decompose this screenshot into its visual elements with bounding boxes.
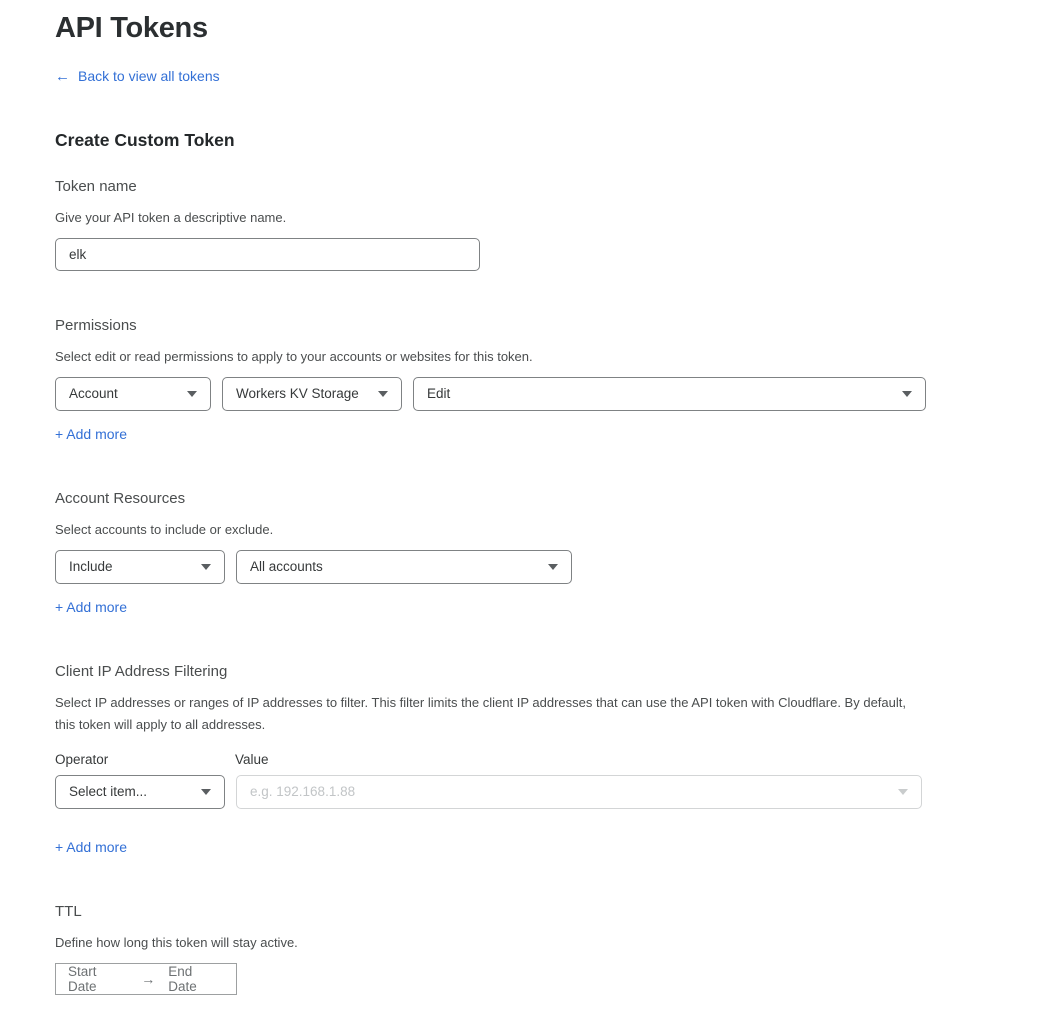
account-resources-label: Account Resources [55,490,1043,507]
end-date-button[interactable]: End Date [168,964,224,994]
page-title: API Tokens [55,12,1043,45]
ip-value-combobox[interactable] [236,775,922,809]
ip-filtering-label: Client IP Address Filtering [55,663,1043,680]
permission-scope-value: Account [69,386,118,401]
account-resources-add-more-link[interactable]: + Add more [55,599,127,615]
operator-label: Operator [55,752,235,767]
token-name-input[interactable] [55,238,480,271]
chevron-down-icon [201,564,211,570]
account-resources-description: Select accounts to include or exclude. [55,519,915,541]
chevron-down-icon [898,789,908,795]
create-custom-token-heading: Create Custom Token [55,130,1043,151]
value-label: Value [235,752,269,767]
start-date-button[interactable]: Start Date [68,964,128,994]
resource-mode-dropdown[interactable]: Include [55,550,225,584]
account-resources-row: Include All accounts [55,550,1043,584]
permission-resource-dropdown[interactable]: Workers KV Storage [222,377,402,411]
permissions-description: Select edit or read permissions to apply… [55,346,915,368]
permission-access-value: Edit [427,386,450,401]
ip-filtering-field-labels: Operator Value [55,752,1043,767]
ip-filtering-row: Select item... [55,775,1043,809]
resource-selection-value: All accounts [250,559,323,574]
chevron-down-icon [548,564,558,570]
ttl-description: Define how long this token will stay act… [55,932,915,954]
back-arrow-icon: ← [55,69,70,84]
permissions-label: Permissions [55,317,1043,334]
arrow-right-icon: → [141,971,155,987]
operator-value: Select item... [69,784,147,799]
api-tokens-page: API Tokens ← Back to view all tokens Cre… [0,0,1043,1035]
permission-scope-dropdown[interactable]: Account [55,377,211,411]
chevron-down-icon [201,789,211,795]
back-link[interactable]: ← Back to view all tokens [55,68,220,84]
token-name-description: Give your API token a descriptive name. [55,207,915,229]
operator-dropdown[interactable]: Select item... [55,775,225,809]
chevron-down-icon [902,391,912,397]
resource-selection-dropdown[interactable]: All accounts [236,550,572,584]
chevron-down-icon [378,391,388,397]
chevron-down-icon [187,391,197,397]
resource-mode-value: Include [69,559,113,574]
ip-value-input[interactable] [250,776,888,808]
date-range-picker[interactable]: Start Date → End Date [55,963,237,995]
token-name-label: Token name [55,178,1043,195]
permission-access-dropdown[interactable]: Edit [413,377,926,411]
back-link-label: Back to view all tokens [78,68,220,84]
ip-filtering-add-more-link[interactable]: + Add more [55,839,127,855]
ip-filtering-description: Select IP addresses or ranges of IP addr… [55,692,915,736]
permission-resource-value: Workers KV Storage [236,386,359,401]
permissions-add-more-link[interactable]: + Add more [55,426,127,442]
permissions-row: Account Workers KV Storage Edit [55,377,1043,411]
